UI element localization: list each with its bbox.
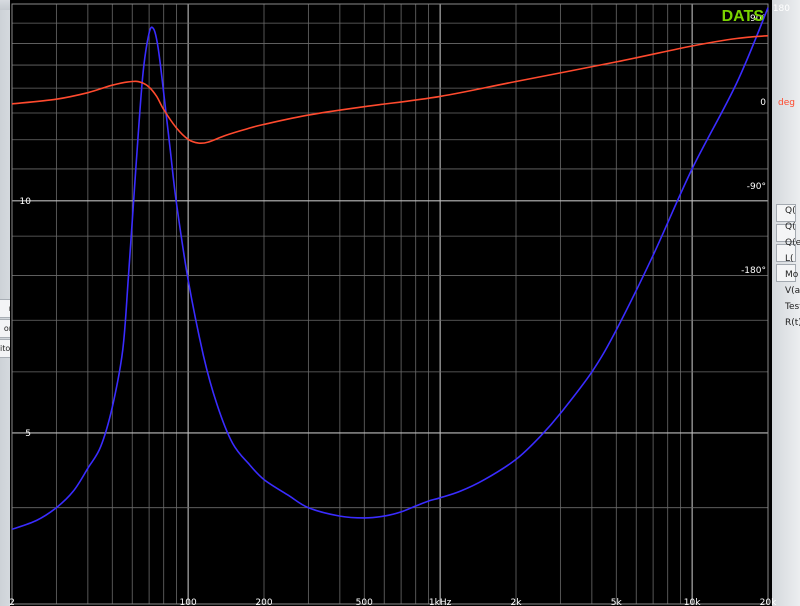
phase-tick-label: 0 xyxy=(760,98,766,108)
y-tick-label: 5 xyxy=(25,429,31,439)
x-tick-label: 100 xyxy=(180,598,197,606)
phase-tick-label: -90° xyxy=(747,182,766,192)
phase-unit-label: deg xyxy=(778,98,795,108)
phase-tick-label: -180° xyxy=(741,266,766,276)
x-tick-label: 500 xyxy=(356,598,373,606)
x-tick-label: 5k xyxy=(611,598,623,606)
app-window: r or itor Q( Q( Q(e L( Mo V(as Test R(t)… xyxy=(0,0,800,606)
x-tick-label: 2k xyxy=(511,598,523,606)
x-tick-label: 200 xyxy=(255,598,272,606)
x-tick-label: 2 xyxy=(9,598,15,606)
phase-tick-label: 180 xyxy=(773,4,790,14)
y-tick-label: 10 xyxy=(20,197,32,207)
impedance-chart: 2 100 200 500 1kHz 2k 5k 10k 20k10518090°0-90°-1… xyxy=(9,0,795,606)
brand-logo: DATS xyxy=(722,8,765,25)
x-tick-label: 1kHz xyxy=(429,598,452,606)
x-tick-label: 20k xyxy=(760,598,777,606)
x-tick-label: 10k xyxy=(684,598,701,606)
